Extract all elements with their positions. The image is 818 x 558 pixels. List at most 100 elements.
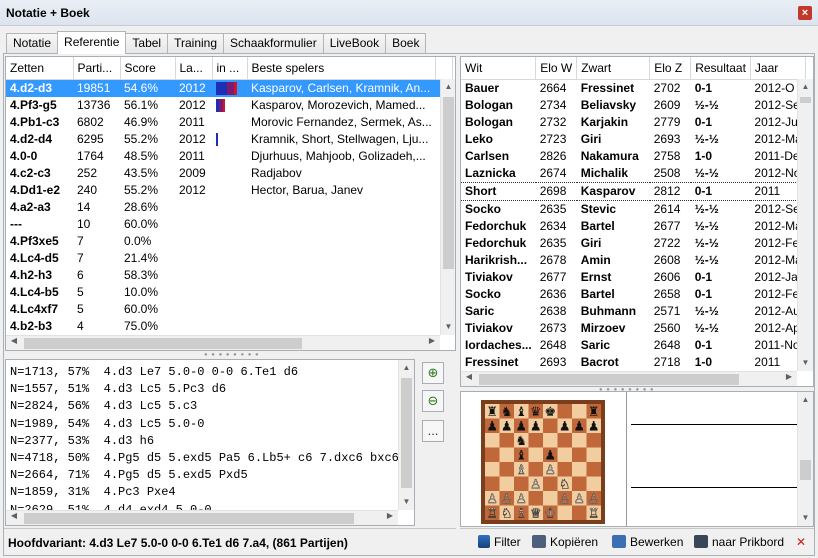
board-square[interactable] bbox=[485, 447, 500, 463]
game-row[interactable]: Socko 2636 Bartel 2658 0-1 2012-Fe bbox=[461, 286, 806, 303]
scroll-thumb[interactable] bbox=[443, 97, 454, 269]
scroll-thumb[interactable] bbox=[24, 513, 354, 524]
game-row[interactable]: Leko 2723 Giri 2693 ½-½ 2012-Ma bbox=[461, 131, 806, 148]
scroll-left-icon[interactable]: ◀ bbox=[6, 511, 22, 525]
more-button[interactable]: ... bbox=[422, 420, 444, 442]
chess-piece[interactable]: ♜ bbox=[588, 405, 600, 420]
move-row[interactable]: 4.Lc4-b5 5 10.0% bbox=[6, 284, 452, 301]
board-square[interactable] bbox=[543, 433, 558, 448]
game-row[interactable]: Saric 2638 Buhmann 2571 ½-½ 2012-Au bbox=[461, 303, 806, 320]
game-row[interactable]: Harikrish... 2678 Amin 2608 ½-½ 2012-Ma bbox=[461, 252, 806, 269]
board-square[interactable] bbox=[528, 462, 544, 477]
game-row[interactable]: Iordaches... 2648 Saric 2648 0-1 2011-No bbox=[461, 337, 806, 354]
board-square[interactable] bbox=[485, 462, 500, 477]
scroll-thumb[interactable] bbox=[24, 338, 302, 349]
chess-piece[interactable]: ♔ bbox=[544, 506, 556, 522]
board-square[interactable] bbox=[572, 447, 587, 463]
board-square[interactable] bbox=[557, 462, 573, 477]
games-column-header[interactable]: Zwart bbox=[576, 57, 651, 80]
chess-piece[interactable]: ♜ bbox=[486, 405, 498, 420]
scroll-up-icon[interactable]: ▲ bbox=[798, 392, 813, 408]
game-row[interactable]: Socko 2635 Stevic 2614 ½-½ 2012-Se bbox=[461, 200, 806, 218]
chess-piece[interactable]: ♞ bbox=[515, 434, 527, 449]
tab-boek[interactable]: Boek bbox=[385, 33, 427, 54]
chess-piece[interactable]: ♟ bbox=[515, 420, 527, 435]
board-square[interactable] bbox=[499, 476, 515, 492]
game-row[interactable]: Bologan 2732 Karjakin 2779 0-1 2012-Ju bbox=[461, 114, 806, 131]
board-square[interactable] bbox=[557, 433, 573, 448]
games-vscroll[interactable]: ▲ ▼ bbox=[797, 79, 813, 371]
edit-button[interactable]: Bewerken bbox=[612, 535, 683, 549]
variation-line[interactable]: N=2824, 56% 4.d3 Lc5 5.c3 bbox=[10, 398, 399, 415]
chess-piece[interactable]: ♖ bbox=[588, 506, 600, 522]
chess-piece[interactable]: ♗ bbox=[515, 506, 527, 522]
board-square[interactable] bbox=[586, 462, 602, 477]
chess-piece[interactable]: ♟ bbox=[544, 449, 556, 464]
chess-piece[interactable]: ♚ bbox=[544, 405, 556, 420]
lines-vscroll[interactable]: ▲ ▼ bbox=[398, 360, 414, 510]
chess-piece[interactable]: ♟ bbox=[559, 420, 571, 435]
board-square[interactable] bbox=[485, 433, 500, 448]
chess-piece[interactable]: ♙ bbox=[588, 492, 600, 507]
pinboard-button[interactable]: naar Prikbord bbox=[694, 535, 784, 549]
moves-column-header[interactable]: in ... bbox=[212, 57, 248, 80]
moves-vscroll[interactable]: ▲ ▼ bbox=[440, 79, 455, 335]
scroll-right-icon[interactable]: ▶ bbox=[781, 372, 797, 386]
move-row[interactable]: 4.0-0 1764 48.5% 2011 Djurhuus, Mahjoob, Gol… bbox=[6, 148, 452, 165]
board-square[interactable] bbox=[586, 447, 602, 463]
tab-schaakformulier[interactable]: Schaakformulier bbox=[223, 33, 324, 54]
chess-piece[interactable]: ♝ bbox=[515, 449, 527, 464]
move-row[interactable]: 4.Dd1-e2 240 55.2% 2012 Hector, Barua, Janev bbox=[6, 182, 452, 199]
game-row[interactable]: Fedorchuk 2634 Bartel 2677 ½-½ 2012-Ma bbox=[461, 218, 806, 235]
move-row[interactable]: 4.Pb1-c3 6802 46.9% 2011 Morovic Fernandez, … bbox=[6, 114, 452, 131]
variation-line[interactable]: N=2377, 53% 4.d3 h6 bbox=[10, 433, 399, 450]
board-square[interactable] bbox=[485, 476, 500, 492]
moves-column-header[interactable]: Score bbox=[120, 57, 176, 80]
game-row[interactable]: Short 2698 Kasparov 2812 0-1 2011 bbox=[461, 181, 806, 201]
tab-tabel[interactable]: Tabel bbox=[125, 33, 169, 54]
board-square[interactable] bbox=[572, 404, 587, 419]
board-square[interactable] bbox=[557, 404, 573, 419]
chess-piece[interactable]: ♞ bbox=[501, 405, 513, 420]
chess-piece[interactable]: ♘ bbox=[559, 477, 571, 493]
scroll-down-icon[interactable]: ▼ bbox=[399, 494, 414, 510]
moves-column-header[interactable]: Beste spelers bbox=[247, 57, 437, 80]
tab-training[interactable]: Training bbox=[167, 33, 225, 54]
moves-hscroll[interactable]: ◀ ▶ bbox=[6, 335, 440, 350]
delete-icon[interactable]: ✕ bbox=[796, 535, 806, 549]
games-column-header[interactable]: Jaar bbox=[750, 57, 807, 80]
chess-piece[interactable]: ♟ bbox=[501, 420, 513, 435]
scroll-right-icon[interactable]: ▶ bbox=[424, 336, 440, 350]
game-row[interactable]: Fedorchuk 2635 Giri 2722 ½-½ 2012-Fe bbox=[461, 235, 806, 252]
move-row[interactable]: 4.h2-h3 6 58.3% bbox=[6, 267, 452, 284]
scroll-down-icon[interactable]: ▼ bbox=[798, 510, 813, 526]
chess-piece[interactable]: ♙ bbox=[515, 492, 527, 507]
preview-vscroll[interactable]: ▲ ▼ bbox=[797, 392, 813, 526]
board-square[interactable] bbox=[528, 491, 544, 506]
lines-hscroll[interactable]: ◀ ▶ bbox=[6, 510, 398, 525]
move-row[interactable]: 4.Lc4-d5 7 21.4% bbox=[6, 250, 452, 267]
move-row[interactable]: 4.d2-d4 6295 55.2% 2012 Kramnik, Short, Stel… bbox=[6, 131, 452, 148]
game-row[interactable]: Bauer 2664 Fressinet 2702 0-1 2012-O bbox=[461, 79, 806, 97]
tab-referentie[interactable]: Referentie bbox=[57, 31, 127, 54]
games-column-header[interactable]: Elo W bbox=[535, 57, 578, 80]
board-square[interactable] bbox=[572, 476, 587, 492]
chess-board-preview[interactable]: ♜ ♞ ♝ ♛ ♚ ♜ ♟ ♟ ♟ ♟ ♟ ♟ ♟ ♞ ♝ ♟ ♗ ♙ ♙ ♘ ♙ ♙ ♙ ♙ ♙ ♙ ♖ ♘ ♗ ♕ ♔ ♖ bbox=[461, 392, 626, 526]
scroll-up-icon[interactable]: ▲ bbox=[441, 79, 455, 95]
close-icon[interactable]: × bbox=[798, 6, 812, 20]
board-square[interactable] bbox=[586, 433, 602, 448]
variation-line[interactable]: N=1557, 51% 4.d3 Lc5 5.Pc3 d6 bbox=[10, 381, 399, 398]
board-square[interactable] bbox=[586, 476, 602, 492]
variation-line[interactable]: N=1859, 31% 4.Pc3 Pxe4 bbox=[10, 484, 399, 501]
chess-piece[interactable]: ♙ bbox=[544, 463, 556, 478]
variation-line[interactable]: N=1713, 57% 4.d3 Le7 5.0-0 0-0 6.Te1 d6 bbox=[10, 364, 399, 381]
moves-column-header[interactable]: Parti... bbox=[73, 57, 121, 80]
move-row[interactable]: 4.b2-b3 4 75.0% bbox=[6, 318, 452, 335]
move-row[interactable]: 4.d2-d3 19851 54.6% 2012 Kasparov, Carlsen, … bbox=[6, 79, 453, 97]
moves-column-header[interactable]: Zetten bbox=[6, 57, 74, 80]
variation-line[interactable]: N=1989, 54% 4.d3 Lc5 5.0-0 bbox=[10, 416, 399, 433]
chess-piece[interactable]: ♙ bbox=[530, 477, 542, 493]
chess-piece[interactable]: ♘ bbox=[501, 506, 513, 522]
board-square[interactable] bbox=[499, 433, 515, 448]
game-row[interactable]: Tiviakov 2677 Ernst 2606 0-1 2012-Ja bbox=[461, 269, 806, 286]
